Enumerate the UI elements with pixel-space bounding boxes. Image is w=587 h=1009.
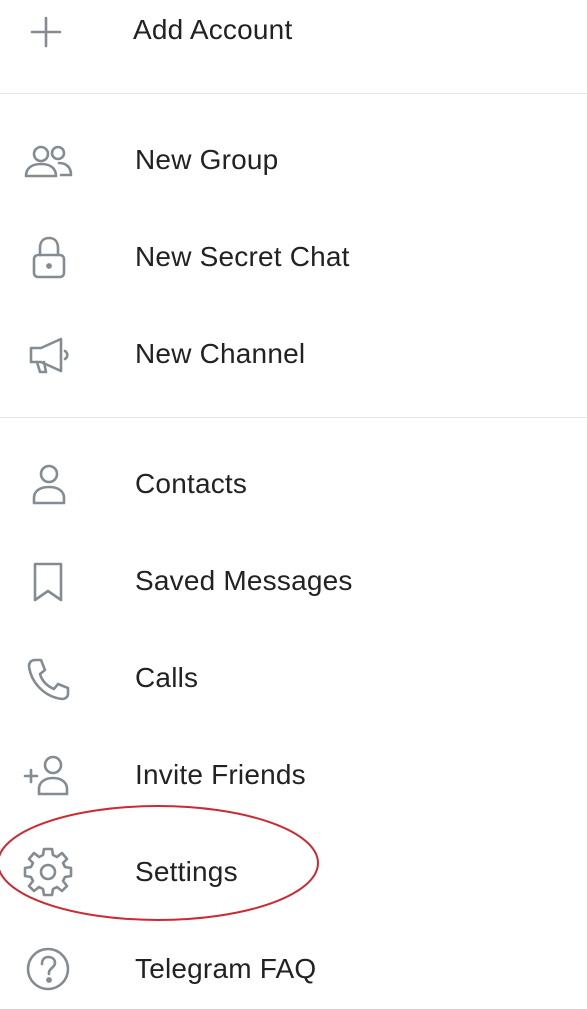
lock-icon	[20, 229, 76, 285]
divider	[0, 417, 587, 418]
gear-icon	[20, 844, 76, 900]
telegram-faq-item[interactable]: Telegram FAQ	[0, 921, 587, 1009]
new-group-label: New Group	[135, 144, 279, 175]
calls-item[interactable]: Calls	[0, 630, 587, 726]
contacts-label: Contacts	[135, 468, 248, 499]
person-icon	[20, 456, 76, 512]
contacts-item[interactable]: Contacts	[0, 436, 587, 532]
question-circle-icon	[20, 941, 76, 997]
settings-item[interactable]: Settings	[0, 824, 587, 920]
saved-messages-label: Saved Messages	[135, 565, 353, 596]
phone-icon	[20, 650, 76, 706]
new-secret-chat-label: New Secret Chat	[135, 241, 350, 272]
bookmark-icon	[20, 553, 76, 609]
saved-messages-item[interactable]: Saved Messages	[0, 533, 587, 629]
drawer-menu: Add Account New Group New Secret Chat Ne…	[0, 0, 587, 1009]
add-account-label: Add Account	[133, 14, 293, 45]
new-channel-item[interactable]: New Channel	[0, 306, 587, 402]
divider	[0, 93, 587, 94]
telegram-faq-label: Telegram FAQ	[135, 953, 317, 984]
add-account-item[interactable]: Add Account	[0, 0, 587, 78]
plus-icon	[18, 2, 74, 58]
megaphone-icon	[20, 326, 76, 382]
calls-label: Calls	[135, 662, 199, 693]
new-channel-label: New Channel	[135, 338, 306, 369]
add-person-icon	[20, 747, 76, 803]
new-group-item[interactable]: New Group	[0, 112, 587, 208]
people-icon	[20, 132, 76, 188]
invite-friends-label: Invite Friends	[135, 759, 306, 790]
settings-label: Settings	[135, 856, 238, 887]
invite-friends-item[interactable]: Invite Friends	[0, 727, 587, 823]
new-secret-chat-item[interactable]: New Secret Chat	[0, 209, 587, 305]
